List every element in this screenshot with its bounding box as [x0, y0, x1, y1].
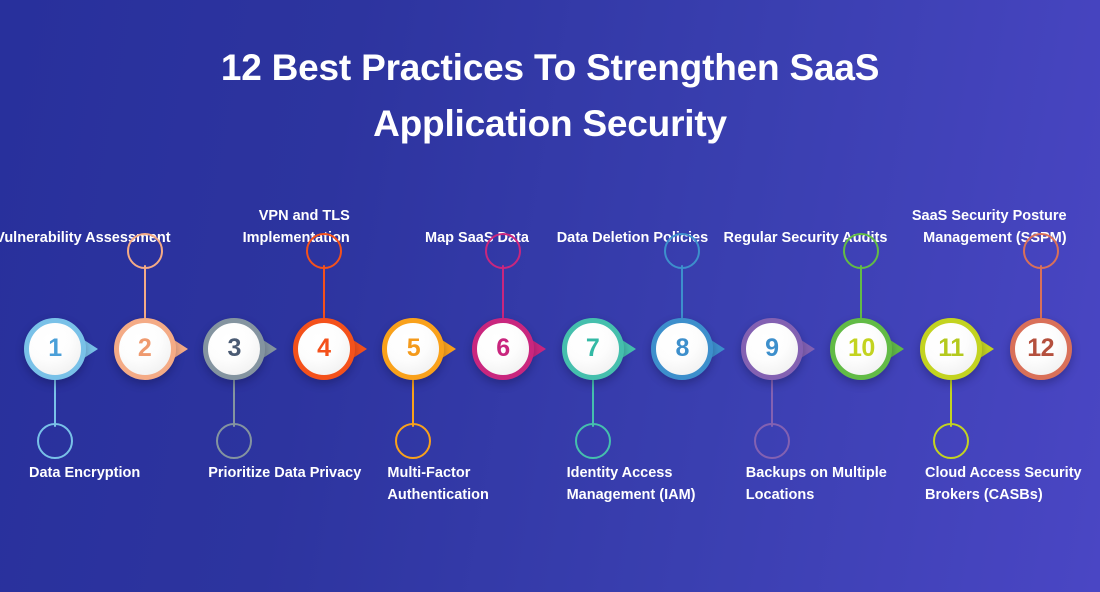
- step-number-text: 10: [847, 333, 875, 362]
- timeline: Data Encryption 1 Vulnerability Assessment…: [0, 0, 1100, 592]
- connector-ring: [37, 423, 73, 459]
- step-number-badge-4[interactable]: 4: [292, 318, 355, 380]
- step-number-badge-7[interactable]: 7: [561, 318, 624, 380]
- step-number-text: 7: [585, 333, 600, 362]
- step-label-5: Multi-Factor Authentication: [387, 465, 489, 503]
- connector-ring: [664, 233, 701, 269]
- connector-stem: [233, 375, 236, 427]
- step-number-text: 9: [765, 333, 779, 362]
- step-number-badge-6[interactable]: 6: [472, 318, 534, 380]
- connector-stem: [322, 265, 325, 323]
- step-number-badge-11[interactable]: 11: [920, 318, 982, 380]
- step-number-badge-10[interactable]: 10: [830, 318, 893, 380]
- connector-stem: [1039, 265, 1042, 323]
- step-number-text: 8: [675, 333, 689, 362]
- connector-stem: [681, 265, 684, 323]
- connector-ring: [843, 233, 880, 269]
- connector-ring: [1022, 233, 1059, 269]
- step-number-text: 2: [137, 333, 152, 362]
- step-label-11: Cloud Access Security Brokers (CASBs): [925, 465, 1082, 503]
- connector-stem: [143, 265, 146, 323]
- connector-ring: [485, 233, 521, 269]
- step-number-text: 5: [406, 333, 421, 362]
- connector-ring: [574, 423, 611, 459]
- connector-stem: [54, 375, 56, 427]
- step-label-7: Identity Access Management (IAM): [566, 465, 696, 503]
- step-number-text: 11: [938, 333, 964, 362]
- connector-stem: [591, 375, 594, 427]
- step-number-text: 3: [227, 333, 241, 362]
- step-label-1: Data Encryption: [29, 465, 141, 481]
- step-number-badge-2[interactable]: 2: [113, 318, 176, 380]
- connector-ring: [126, 233, 163, 269]
- step-number-text: 6: [496, 333, 510, 362]
- step-number-text: 1: [48, 333, 62, 362]
- step-label-9: Backups on Multiple Locations: [745, 465, 887, 503]
- step-number-badge-1[interactable]: 1: [24, 318, 86, 380]
- step-number-text: 4: [317, 333, 331, 362]
- connector-ring: [753, 423, 790, 459]
- connector-ring: [305, 233, 342, 269]
- connector-stem: [412, 375, 415, 427]
- step-label-3: Prioritize Data Privacy: [208, 465, 362, 481]
- step-number-badge-9[interactable]: 9: [740, 318, 803, 380]
- connector-ring: [216, 423, 253, 459]
- connector-stem: [770, 375, 773, 427]
- connector-stem: [860, 265, 863, 323]
- step-number-badge-8[interactable]: 8: [651, 318, 714, 380]
- step-number-text: 12: [1027, 333, 1054, 362]
- step-number-badge-3[interactable]: 3: [203, 318, 266, 380]
- step-number-badge-5[interactable]: 5: [382, 318, 445, 380]
- connector-ring: [933, 423, 969, 459]
- step-number-badge-12[interactable]: 12: [1009, 318, 1072, 380]
- connector-ring: [395, 423, 432, 459]
- connector-stem: [950, 375, 952, 427]
- connector-stem: [502, 265, 504, 323]
